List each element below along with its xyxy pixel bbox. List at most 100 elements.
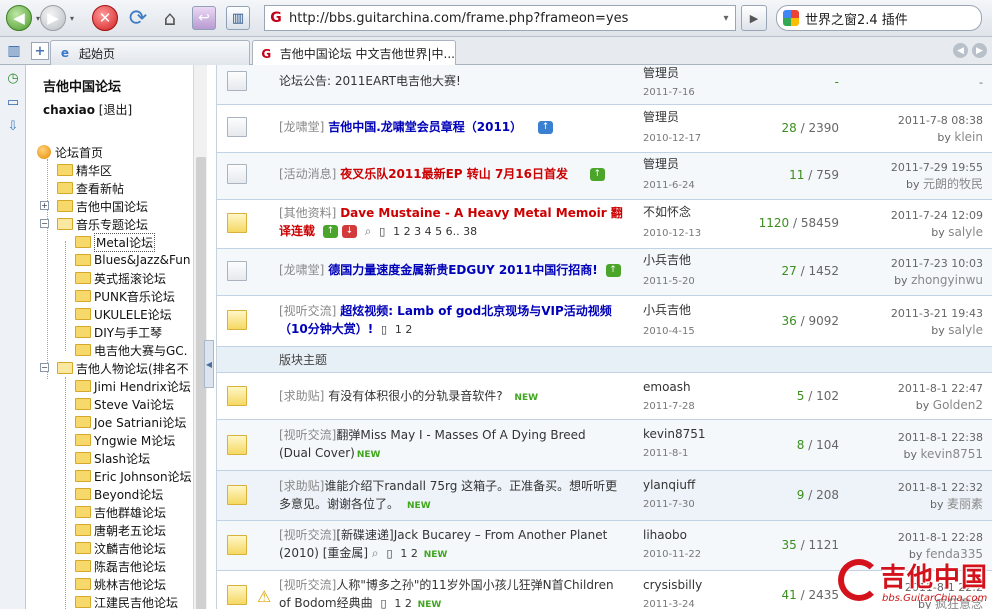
last-post-user[interactable]: salyle bbox=[948, 323, 983, 337]
tree-item-music[interactable]: 音乐专题论坛 bbox=[57, 215, 148, 233]
author-name[interactable]: lihaobo bbox=[643, 527, 701, 543]
tree-item-jiang[interactable]: 江建民吉他论坛 bbox=[75, 593, 178, 609]
sidebar-collapse-handle[interactable]: ◀ bbox=[204, 340, 214, 388]
thread-type[interactable]: [龙啸堂] bbox=[279, 263, 324, 277]
tree-item-laowu[interactable]: 唐朝老五论坛 bbox=[75, 521, 166, 539]
thread-type[interactable]: [视听交流] bbox=[279, 428, 336, 442]
sidebar-scrollbar[interactable] bbox=[193, 65, 207, 609]
tree-item-people[interactable]: 吉他人物论坛(排名不 bbox=[57, 359, 189, 377]
home-button[interactable]: ⌂ bbox=[158, 4, 182, 32]
download-arrow-icon[interactable]: ⇩ bbox=[4, 117, 22, 135]
tree-item-slash[interactable]: Slash论坛 bbox=[75, 449, 150, 467]
author-name[interactable]: 小兵吉他 bbox=[643, 252, 695, 268]
author-name[interactable]: 不如怀念 bbox=[643, 204, 701, 220]
last-post-user[interactable]: klein bbox=[954, 130, 983, 144]
tree-item-wenlin[interactable]: 汶麟吉他论坛 bbox=[75, 539, 166, 557]
thread-title[interactable]: 有没有体积很小的分轨录音软件? bbox=[328, 389, 502, 403]
tree-item-satriani[interactable]: Joe Satriani论坛 bbox=[75, 413, 186, 431]
expand-plus-icon[interactable]: + bbox=[40, 201, 49, 210]
last-post-user[interactable]: 麦丽素 bbox=[947, 497, 983, 511]
forward-history-dropdown[interactable]: ▾ bbox=[67, 4, 77, 32]
tree-item-home[interactable]: 论坛首页 bbox=[37, 143, 103, 161]
logout-link[interactable]: [退出] bbox=[99, 103, 132, 117]
tree-item-yngwie[interactable]: Yngwie M论坛 bbox=[75, 431, 175, 449]
tree-item-hendrix[interactable]: Jimi Hendrix论坛 bbox=[75, 377, 191, 395]
page-links[interactable]: 1 2 bbox=[395, 323, 413, 336]
page-links[interactable]: 1 2 bbox=[400, 547, 418, 560]
page-links[interactable]: 1 2 3 4 5 6.. 38 bbox=[393, 225, 477, 238]
author-name[interactable]: kevin8751 bbox=[643, 426, 705, 442]
last-post-user[interactable]: kevin8751 bbox=[921, 447, 983, 461]
tab-guitarchina[interactable]: G 吉他中国论坛 中文吉他世界|中... bbox=[252, 40, 456, 66]
search-box[interactable]: 世界之窗2.4 插件 bbox=[776, 5, 982, 31]
new-tab-button[interactable]: + bbox=[31, 42, 49, 60]
author-name[interactable]: emoash bbox=[643, 379, 695, 395]
thread-type[interactable]: [活动消息] bbox=[279, 167, 336, 181]
table-row: [求助贴] 有没有体积很小的分轨录音软件? NEW emoash 2011-7-2… bbox=[217, 373, 992, 420]
tree-item-heroes[interactable]: 吉他群雄论坛 bbox=[75, 503, 166, 521]
author-name[interactable]: 小兵吉他 bbox=[643, 302, 695, 318]
refresh-button[interactable]: ⟳ bbox=[126, 4, 150, 32]
back-button[interactable]: ◀ bbox=[6, 4, 32, 32]
tree-item-metal[interactable]: Metal论坛 bbox=[75, 232, 156, 252]
tree-item-chenlei[interactable]: 陈磊吉他论坛 bbox=[75, 557, 166, 575]
last-post-user[interactable]: salyle bbox=[948, 225, 983, 239]
tree-item-britrock[interactable]: 英式摇滚论坛 bbox=[75, 269, 166, 287]
sidebar-toggle-button[interactable]: ▥ bbox=[4, 41, 24, 61]
thread-type[interactable]: [龙啸堂] bbox=[279, 120, 324, 134]
address-dropdown-icon[interactable]: ▾ bbox=[717, 13, 735, 24]
thread-type[interactable]: [求助贴] bbox=[279, 479, 324, 493]
thread-title[interactable]: 吉他中国.龙啸堂会员章程（2011） bbox=[328, 120, 522, 134]
tree-item-yaolin[interactable]: 姚林吉他论坛 bbox=[75, 575, 166, 593]
tree-item-blues[interactable]: Blues&Jazz&Fun bbox=[75, 251, 190, 269]
last-post-user[interactable]: 元朗的牧民 bbox=[923, 177, 983, 191]
thread-type[interactable]: [视听交流] bbox=[279, 528, 336, 542]
collapse-minus-icon[interactable]: − bbox=[40, 363, 49, 372]
tree-item-johnson[interactable]: Eric Johnson论坛 bbox=[75, 467, 192, 485]
address-bar[interactable]: G http://bbs.guitarchina.com/frame.php?f… bbox=[264, 5, 736, 31]
last-post-user[interactable]: Golden2 bbox=[933, 398, 983, 412]
author-name[interactable]: 管理员 bbox=[643, 65, 695, 81]
go-button[interactable]: ▶ bbox=[741, 5, 767, 31]
page-links[interactable]: 1 2 bbox=[394, 597, 412, 609]
tree-item-diy[interactable]: DIY与手工琴 bbox=[75, 323, 162, 341]
tree-item-beyond[interactable]: Beyond论坛 bbox=[75, 485, 163, 503]
tree-item-contest[interactable]: 电吉他大赛与GC. bbox=[75, 341, 188, 359]
last-post-user[interactable]: zhongyinwu bbox=[911, 273, 983, 287]
author-name[interactable]: 管理员 bbox=[643, 156, 695, 172]
thread-title[interactable]: 夜叉乐队2011最新EP 转山 7月16日首发 bbox=[340, 167, 568, 181]
thread-title[interactable]: 谁能介绍下randall 75rg 这箱子。正准备买。想听听更多意见。谢谢各位了… bbox=[279, 479, 617, 511]
tree-item-new-posts[interactable]: 查看新帖 bbox=[57, 179, 124, 197]
favorites-button[interactable]: ▥ bbox=[226, 4, 250, 32]
address-url[interactable]: http://bbs.guitarchina.com/frame.php?fra… bbox=[287, 11, 717, 26]
tab-scroll-left-icon[interactable]: ◀ bbox=[953, 43, 968, 58]
tab-scroll-right-icon[interactable]: ▶ bbox=[972, 43, 987, 58]
stop-button[interactable]: ✕ bbox=[92, 4, 118, 32]
thread-type[interactable]: [其他资料] bbox=[279, 206, 336, 220]
thread-title[interactable]: 德国力量速度金属新贵EDGUY 2011中国行招商! bbox=[328, 263, 598, 277]
search-text[interactable]: 世界之窗2.4 插件 bbox=[805, 9, 908, 28]
thread-title[interactable]: 论坛公告: 2011EART电吉他大赛! bbox=[279, 74, 461, 88]
tree-item-punk[interactable]: PUNK音乐论坛 bbox=[75, 287, 175, 305]
forward-button[interactable]: ▶ bbox=[40, 4, 66, 32]
restore-button[interactable]: ↩ bbox=[192, 4, 216, 32]
tree-item-guitarchina[interactable]: 吉他中国论坛 bbox=[57, 197, 148, 215]
reply-stats: 41 / 2435 bbox=[781, 588, 840, 602]
author-name[interactable]: crysisbilly bbox=[643, 577, 702, 593]
close-x-icon: ✕ bbox=[92, 5, 118, 31]
thread-type[interactable]: [求助贴] bbox=[279, 389, 324, 403]
history-clock-icon[interactable]: ◷ bbox=[4, 69, 22, 87]
author-name[interactable]: ylanqiuff bbox=[643, 477, 695, 493]
tree-item-vai[interactable]: Steve Vai论坛 bbox=[75, 395, 174, 413]
username[interactable]: chaxiao bbox=[43, 103, 95, 117]
thread-type[interactable]: [视听交流] bbox=[279, 304, 336, 318]
tree-item-ukulele[interactable]: UKULELE论坛 bbox=[75, 305, 172, 323]
screen-icon[interactable]: ▭ bbox=[4, 93, 22, 111]
collapse-minus-icon[interactable]: − bbox=[40, 219, 49, 228]
tree-item-digest[interactable]: 精华区 bbox=[57, 161, 112, 179]
author-name[interactable]: 管理员 bbox=[643, 109, 701, 125]
tree-label: Beyond论坛 bbox=[94, 487, 164, 502]
tab-start-page[interactable]: e 起始页 bbox=[50, 40, 250, 65]
thread-type[interactable]: [视听交流] bbox=[279, 578, 336, 592]
ie-icon: e bbox=[60, 46, 70, 60]
